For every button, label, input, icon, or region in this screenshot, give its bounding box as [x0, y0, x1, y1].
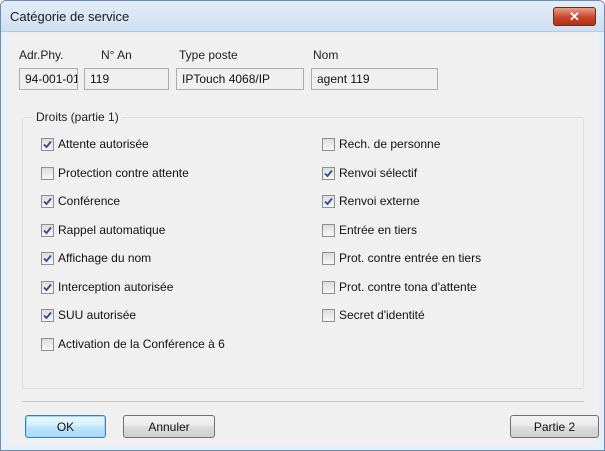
- checkbox-suu-autorisee[interactable]: SUU autorisée: [41, 307, 136, 323]
- adr-phy-label: Adr.Phy.: [19, 48, 64, 62]
- part-2-button[interactable]: Partie 2: [510, 415, 599, 438]
- title-bar[interactable]: Catégorie de service ✕: [1, 1, 604, 32]
- nom-field: agent 119: [311, 68, 438, 90]
- checkbox-label: Attente autorisée: [58, 137, 149, 151]
- window-title: Catégorie de service: [10, 9, 130, 24]
- type-poste-label: Type poste: [179, 48, 238, 62]
- adr-phy-field: 94-001-01: [19, 68, 78, 90]
- checkbox-prot-contre-tona-d-attente[interactable]: Prot. contre tona d'attente: [322, 279, 477, 295]
- ok-button[interactable]: OK: [25, 415, 106, 438]
- dialog-window: Catégorie de service ✕ Adr.Phy. N° An Ty…: [0, 0, 605, 451]
- checkbox-prot-contre-entree-en-tiers[interactable]: Prot. contre entrée en tiers: [322, 250, 481, 266]
- checkbox-conference[interactable]: Conférence: [41, 193, 120, 209]
- checkbox-interception-autorisee[interactable]: Interception autorisée: [41, 279, 173, 295]
- checkbox-checked-icon[interactable]: [41, 251, 54, 265]
- checkbox-entree-en-tiers[interactable]: Entrée en tiers: [322, 222, 417, 238]
- checkbox-label: Protection contre attente: [58, 166, 189, 180]
- checkbox-unchecked-icon[interactable]: [41, 166, 54, 180]
- checkbox-label: Renvoi sélectif: [339, 166, 418, 180]
- divider: [22, 401, 584, 402]
- dialog-body: Adr.Phy. N° An Type poste Nom 94-001-01 …: [8, 33, 599, 444]
- checkbox-checked-icon[interactable]: [41, 194, 54, 208]
- checkbox-label: Prot. contre tona d'attente: [339, 280, 477, 294]
- cancel-button[interactable]: Annuler: [123, 415, 215, 438]
- n-an-label: N° An: [101, 48, 132, 62]
- checkbox-unchecked-icon[interactable]: [322, 251, 335, 265]
- checkbox-affichage-du-nom[interactable]: Affichage du nom: [41, 250, 151, 266]
- checkbox-unchecked-icon[interactable]: [322, 137, 335, 151]
- rights-group-title: Droits (partie 1): [33, 110, 122, 124]
- nom-label: Nom: [313, 48, 339, 62]
- checkbox-label: Secret d'identité: [339, 308, 425, 322]
- checkbox-label: Conférence: [58, 194, 121, 208]
- checkbox-unchecked-icon[interactable]: [322, 308, 335, 322]
- checkbox-checked-icon[interactable]: [41, 137, 54, 151]
- checkbox-checked-icon[interactable]: [41, 280, 54, 294]
- checkbox-renvoi-selectif[interactable]: Renvoi sélectif: [322, 165, 417, 181]
- checkbox-checked-icon[interactable]: [322, 194, 335, 208]
- checkbox-secret-d-identite[interactable]: Secret d'identité: [322, 307, 425, 323]
- checkbox-protection-contre-attente[interactable]: Protection contre attente: [41, 165, 189, 181]
- checkbox-label: Rech. de personne: [339, 137, 441, 151]
- checkbox-unchecked-icon[interactable]: [322, 280, 335, 294]
- checkbox-label: Renvoi externe: [339, 194, 420, 208]
- checkbox-rappel-automatique[interactable]: Rappel automatique: [41, 222, 165, 238]
- checkbox-label: Entrée en tiers: [339, 223, 418, 237]
- checkbox-label: Prot. contre entrée en tiers: [339, 251, 482, 265]
- checkbox-unchecked-icon[interactable]: [41, 337, 54, 351]
- checkbox-attente-autorisee[interactable]: Attente autorisée: [41, 136, 149, 152]
- close-button[interactable]: ✕: [553, 7, 596, 26]
- rights-group: Droits (partie 1) Attente autorisée Prote…: [22, 110, 584, 389]
- checkbox-label: SUU autorisée: [58, 308, 137, 322]
- checkbox-activation-de-la-conference-a-6[interactable]: Activation de la Conférence à 6: [41, 336, 225, 352]
- checkbox-label: Activation de la Conférence à 6: [58, 337, 225, 351]
- checkbox-checked-icon[interactable]: [41, 308, 54, 322]
- checkbox-label: Affichage du nom: [58, 251, 152, 265]
- checkbox-label: Interception autorisée: [58, 280, 174, 294]
- checkbox-rech-de-personne[interactable]: Rech. de personne: [322, 136, 440, 152]
- checkbox-checked-icon[interactable]: [41, 223, 54, 237]
- type-poste-field: IPTouch 4068/IP: [176, 68, 304, 90]
- checkbox-checked-icon[interactable]: [322, 166, 335, 180]
- checkbox-unchecked-icon[interactable]: [322, 223, 335, 237]
- n-an-field: 119: [84, 68, 169, 90]
- checkbox-renvoi-externe[interactable]: Renvoi externe: [322, 193, 420, 209]
- close-icon: ✕: [569, 8, 580, 24]
- checkbox-label: Rappel automatique: [58, 223, 166, 237]
